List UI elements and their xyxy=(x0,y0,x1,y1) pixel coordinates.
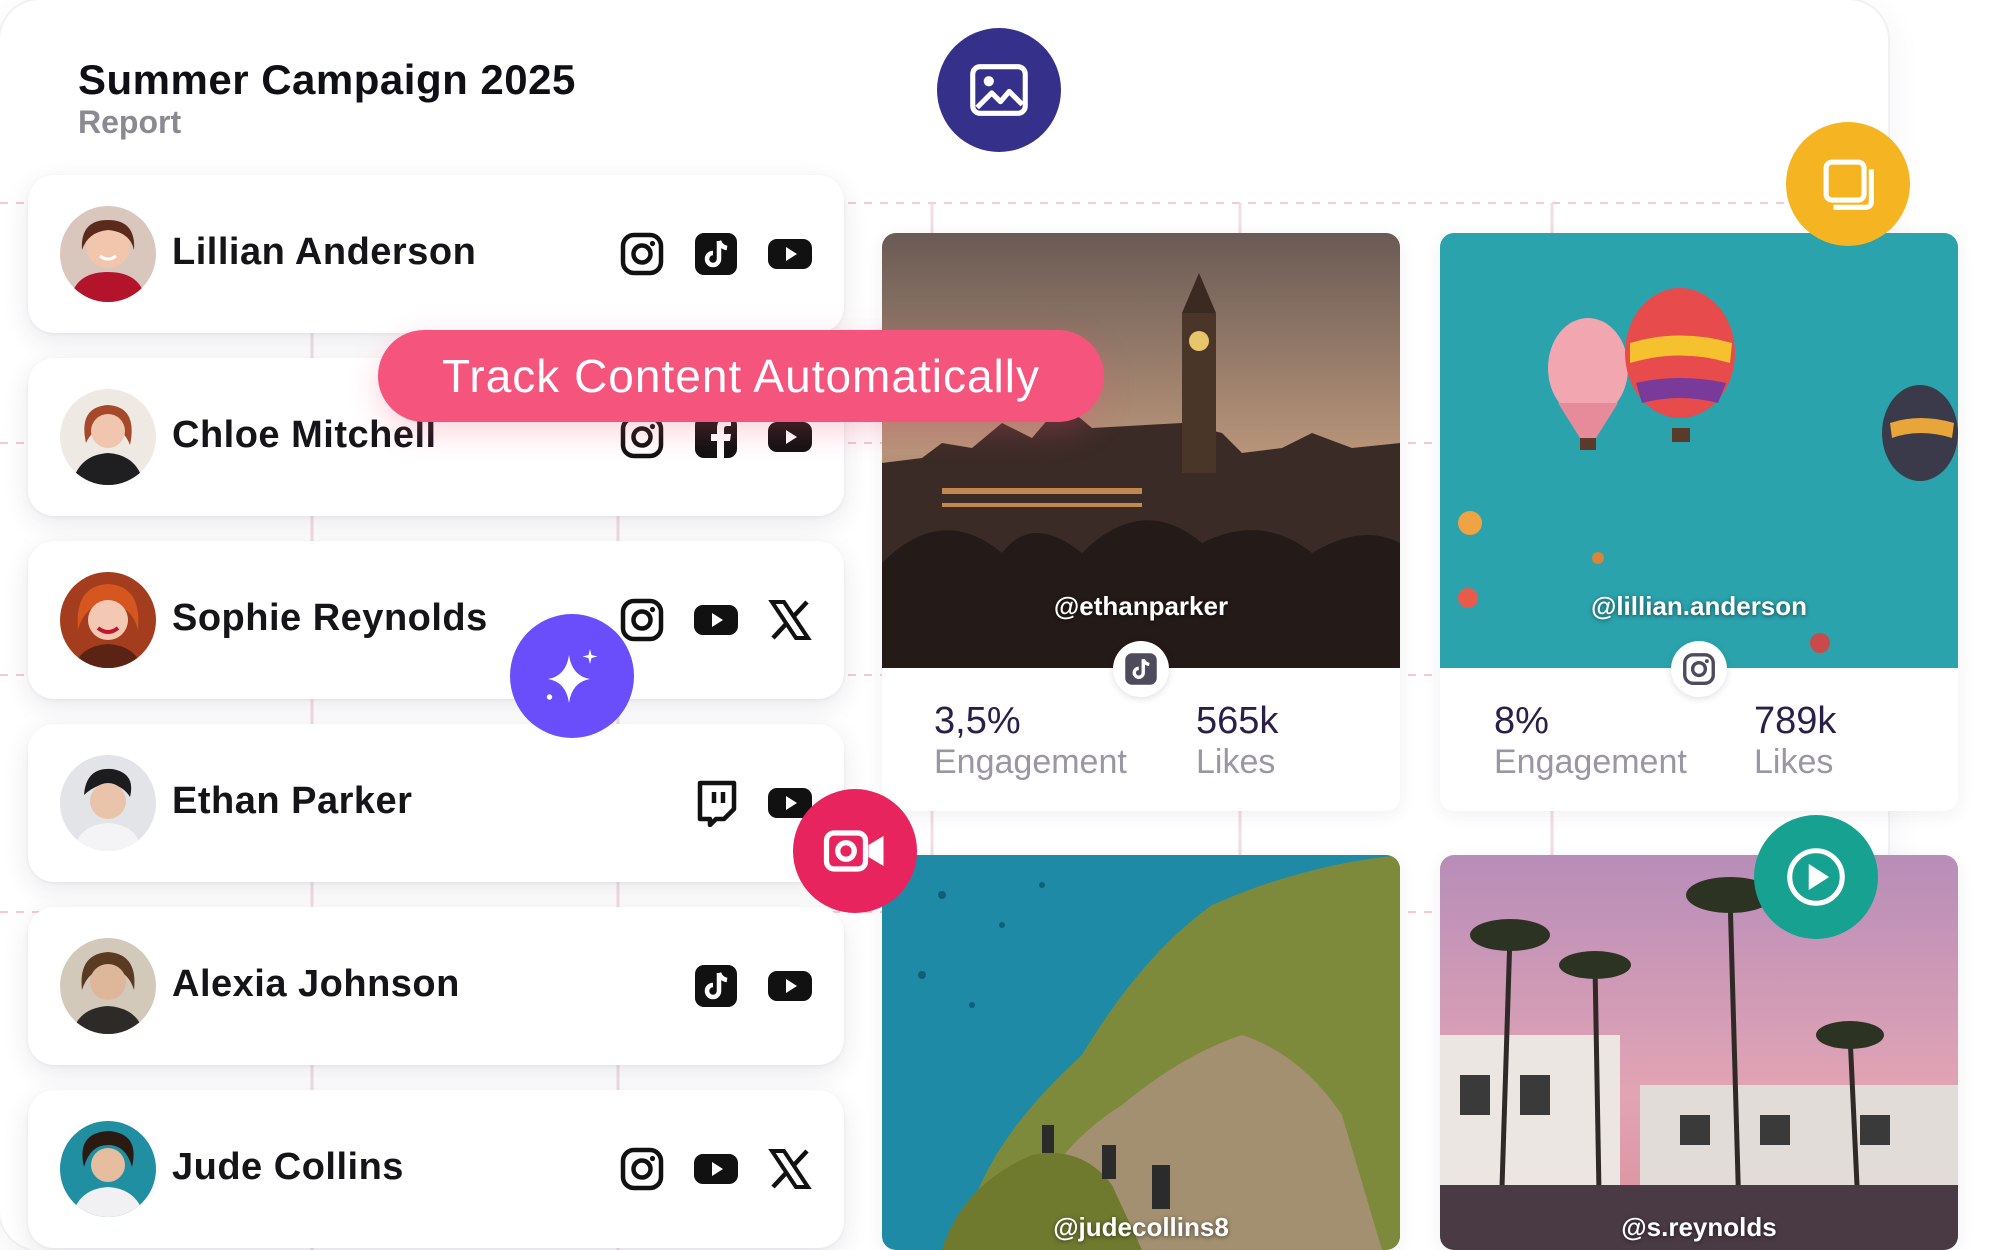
play-button[interactable] xyxy=(1754,815,1878,939)
avatar xyxy=(60,389,156,485)
creator-name: Sophie Reynolds xyxy=(172,597,488,639)
post-image xyxy=(1440,855,1958,1250)
instagram-icon xyxy=(1683,653,1715,685)
likes-value: 789k xyxy=(1754,700,1837,742)
ai-sparkle-button[interactable] xyxy=(510,614,634,738)
x-icon[interactable] xyxy=(766,596,814,644)
twitch-icon[interactable] xyxy=(692,779,740,827)
x-icon[interactable] xyxy=(766,1145,814,1193)
creator-name: Jude Collins xyxy=(172,1146,404,1188)
post-card-ethanparker[interactable]: @ethanparker 3,5% Engagement 565k Likes xyxy=(882,233,1400,811)
creator-name: Chloe Mitchell xyxy=(172,414,437,456)
creator-name: Alexia Johnson xyxy=(172,963,460,1005)
post-card-lillian-anderson[interactable]: @lillian.anderson 8% Engagement 789k Lik… xyxy=(1440,233,1958,811)
avatar xyxy=(60,755,156,851)
post-handle: @judecollins8 xyxy=(1053,1212,1229,1242)
engagement-label: Engagement xyxy=(934,743,1127,781)
post-card-judecollins8[interactable]: @judecollins8 xyxy=(882,855,1400,1250)
creator-card-alexia-johnson[interactable]: Alexia Johnson xyxy=(28,907,844,1065)
track-content-pill: Track Content Automatically xyxy=(378,330,1104,422)
play-icon xyxy=(1787,848,1845,906)
likes-value: 565k xyxy=(1196,700,1279,742)
avatar xyxy=(60,938,156,1034)
creator-card-ethan-parker[interactable]: Ethan Parker xyxy=(28,724,844,882)
creator-name: Ethan Parker xyxy=(172,780,413,822)
instagram-icon[interactable] xyxy=(618,230,666,278)
youtube-icon[interactable] xyxy=(692,596,740,644)
engagement-label: Engagement xyxy=(1494,743,1687,781)
video-camera-icon xyxy=(823,830,884,872)
platform-badge xyxy=(1113,641,1169,697)
engagement-value: 3,5% xyxy=(934,700,1021,742)
instagram-icon[interactable] xyxy=(618,1145,666,1193)
creator-card-sophie-reynolds[interactable]: Sophie Reynolds xyxy=(28,541,844,699)
tiktok-icon[interactable] xyxy=(692,962,740,1010)
creator-card-jude-collins[interactable]: Jude Collins xyxy=(28,1090,844,1248)
image-icon xyxy=(970,64,1028,116)
instagram-icon[interactable] xyxy=(618,596,666,644)
likes-label: Likes xyxy=(1196,743,1276,781)
creator-card-lillian-anderson[interactable]: Lillian Anderson xyxy=(28,175,844,333)
post-handle: @ethanparker xyxy=(1053,591,1229,621)
page-title: Summer Campaign 2025 xyxy=(78,56,576,103)
avatar xyxy=(60,572,156,668)
creator-name: Lillian Anderson xyxy=(172,231,477,273)
copy-button[interactable] xyxy=(1786,122,1910,246)
image-button[interactable] xyxy=(937,28,1061,152)
tiktok-icon xyxy=(1125,653,1157,685)
post-handle: @lillian.anderson xyxy=(1590,591,1808,621)
tiktok-icon[interactable] xyxy=(692,230,740,278)
avatar xyxy=(60,206,156,302)
post-image xyxy=(882,855,1400,1250)
post-card-s-reynolds[interactable]: @s.reynolds xyxy=(1440,855,1958,1250)
page-subtitle: Report xyxy=(78,104,182,140)
video-record-button[interactable] xyxy=(793,789,917,913)
youtube-icon[interactable] xyxy=(692,1145,740,1193)
sparkle-icon xyxy=(546,649,598,703)
avatar xyxy=(60,1121,156,1217)
likes-label: Likes xyxy=(1754,743,1834,781)
platform-badge xyxy=(1671,641,1727,697)
youtube-icon[interactable] xyxy=(766,230,814,278)
post-handle: @s.reynolds xyxy=(1621,1212,1777,1242)
engagement-value: 8% xyxy=(1494,700,1549,742)
youtube-icon[interactable] xyxy=(766,962,814,1010)
copy-icon xyxy=(1823,159,1874,210)
